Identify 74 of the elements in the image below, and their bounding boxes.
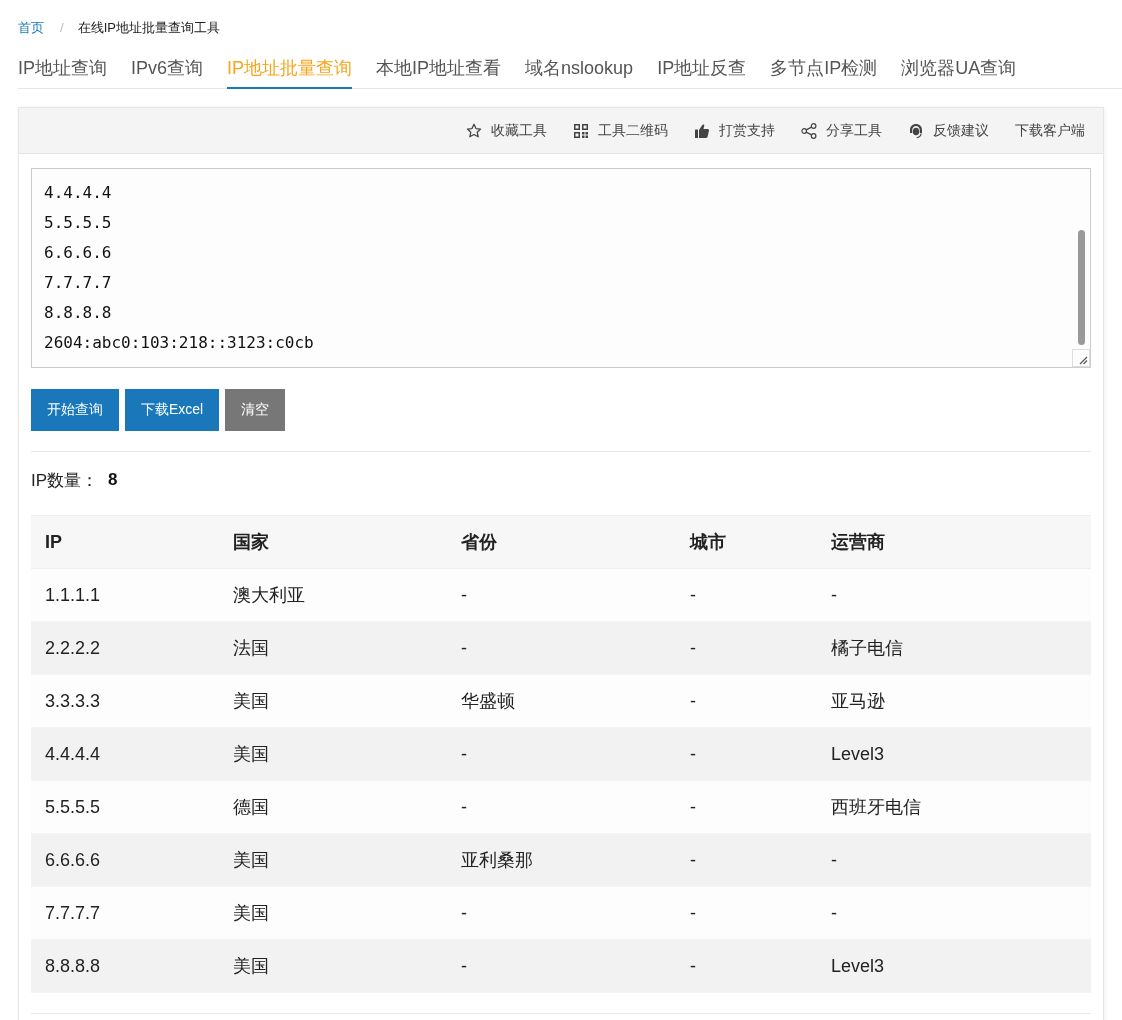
toolbar-link[interactable]: 反馈建议 (908, 121, 989, 140)
table-cell: 德国 (219, 780, 447, 834)
table-cell: - (447, 780, 676, 834)
table-cell: 美国 (219, 833, 447, 887)
table-cell: - (447, 621, 676, 675)
scrollbar-thumb[interactable] (1078, 230, 1085, 345)
action-button[interactable]: 下载Excel (125, 389, 220, 431)
count-label: IP数量： (31, 469, 99, 492)
table-cell: 橘子电信 (817, 621, 1091, 675)
breadcrumb-separator: / (60, 19, 64, 37)
table-cell: - (447, 568, 676, 622)
toolbar-link[interactable]: 工具二维码 (573, 121, 668, 140)
action-button[interactable]: 开始查询 (31, 389, 119, 431)
table-cell: 6.6.6.6 (31, 833, 219, 887)
table-cell: 3.3.3.3 (31, 674, 219, 728)
table-cell: 西班牙电信 (817, 780, 1091, 834)
table-cell: - (676, 568, 817, 622)
table-cell: 美国 (219, 939, 447, 993)
table-cell: 4.4.4.4 (31, 727, 219, 781)
tab[interactable]: IPv6查询 (131, 55, 204, 89)
table-cell: - (817, 833, 1091, 887)
tab[interactable]: IP地址查询 (18, 55, 107, 89)
table-cell: - (676, 833, 817, 887)
column-header: 省份 (447, 515, 676, 569)
table-cell: 亚马逊 (817, 674, 1091, 728)
toolbar-link[interactable]: 打赏支持 (694, 121, 775, 140)
tab[interactable]: 域名nslookup (525, 55, 634, 89)
toolbar-link[interactable]: 分享工具 (801, 121, 882, 140)
table-cell: - (676, 886, 817, 940)
table-cell: - (447, 727, 676, 781)
tab[interactable]: 浏览器UA查询 (901, 55, 1017, 89)
table-cell: 亚利桑那 (447, 833, 676, 887)
table-cell: 澳大利亚 (219, 568, 447, 622)
qr-code-icon (573, 122, 589, 139)
star-icon (466, 122, 482, 139)
share-icon (801, 122, 817, 139)
table-cell: 2.2.2.2 (31, 621, 219, 675)
column-header: 运营商 (817, 515, 1091, 569)
table-cell: 1.1.1.1 (31, 568, 219, 622)
table-cell: - (676, 674, 817, 728)
table-cell: - (447, 939, 676, 993)
table-cell: 法国 (219, 621, 447, 675)
toolbar-link[interactable]: 下载客户端 (1015, 121, 1085, 140)
tab[interactable]: 本地IP地址查看 (376, 55, 502, 89)
table-cell: Level3 (817, 939, 1091, 993)
table-cell: - (676, 939, 817, 993)
column-header: 城市 (676, 515, 817, 569)
table-cell: - (817, 886, 1091, 940)
table-cell: 美国 (219, 886, 447, 940)
breadcrumb-link[interactable]: 首页 (18, 18, 44, 38)
table-cell: 8.8.8.8 (31, 939, 219, 993)
tab[interactable]: 多节点IP检测 (770, 55, 878, 89)
toolbar-link[interactable]: 收藏工具 (466, 121, 547, 140)
table-cell: - (676, 621, 817, 675)
column-header: IP (31, 515, 219, 569)
table-cell: 7.7.7.7 (31, 886, 219, 940)
tab[interactable]: IP地址反查 (657, 55, 747, 89)
ip-input-field[interactable]: 4.4.4.4 5.5.5.5 6.6.6.6 7.7.7.7 8.8.8.8 2604:abc0:103:218::3123:c0cb (31, 168, 1091, 368)
thumbs-up-icon (694, 122, 710, 139)
resize-grip-icon[interactable] (1072, 349, 1090, 367)
action-button[interactable]: 清空 (225, 389, 286, 431)
table-cell: - (676, 780, 817, 834)
table-cell: - (447, 886, 676, 940)
headset-icon (908, 122, 924, 139)
breadcrumb-current: 在线IP地址批量查询工具 (77, 19, 220, 37)
column-header: 国家 (219, 515, 447, 569)
count-value: 8 (108, 470, 118, 490)
table-cell: 美国 (219, 674, 447, 728)
table-cell: Level3 (817, 727, 1091, 781)
table-cell: 5.5.5.5 (31, 780, 219, 834)
table-cell: - (817, 568, 1091, 622)
table-cell: 美国 (219, 727, 447, 781)
table-cell: - (676, 727, 817, 781)
table-cell: 华盛顿 (447, 674, 676, 728)
